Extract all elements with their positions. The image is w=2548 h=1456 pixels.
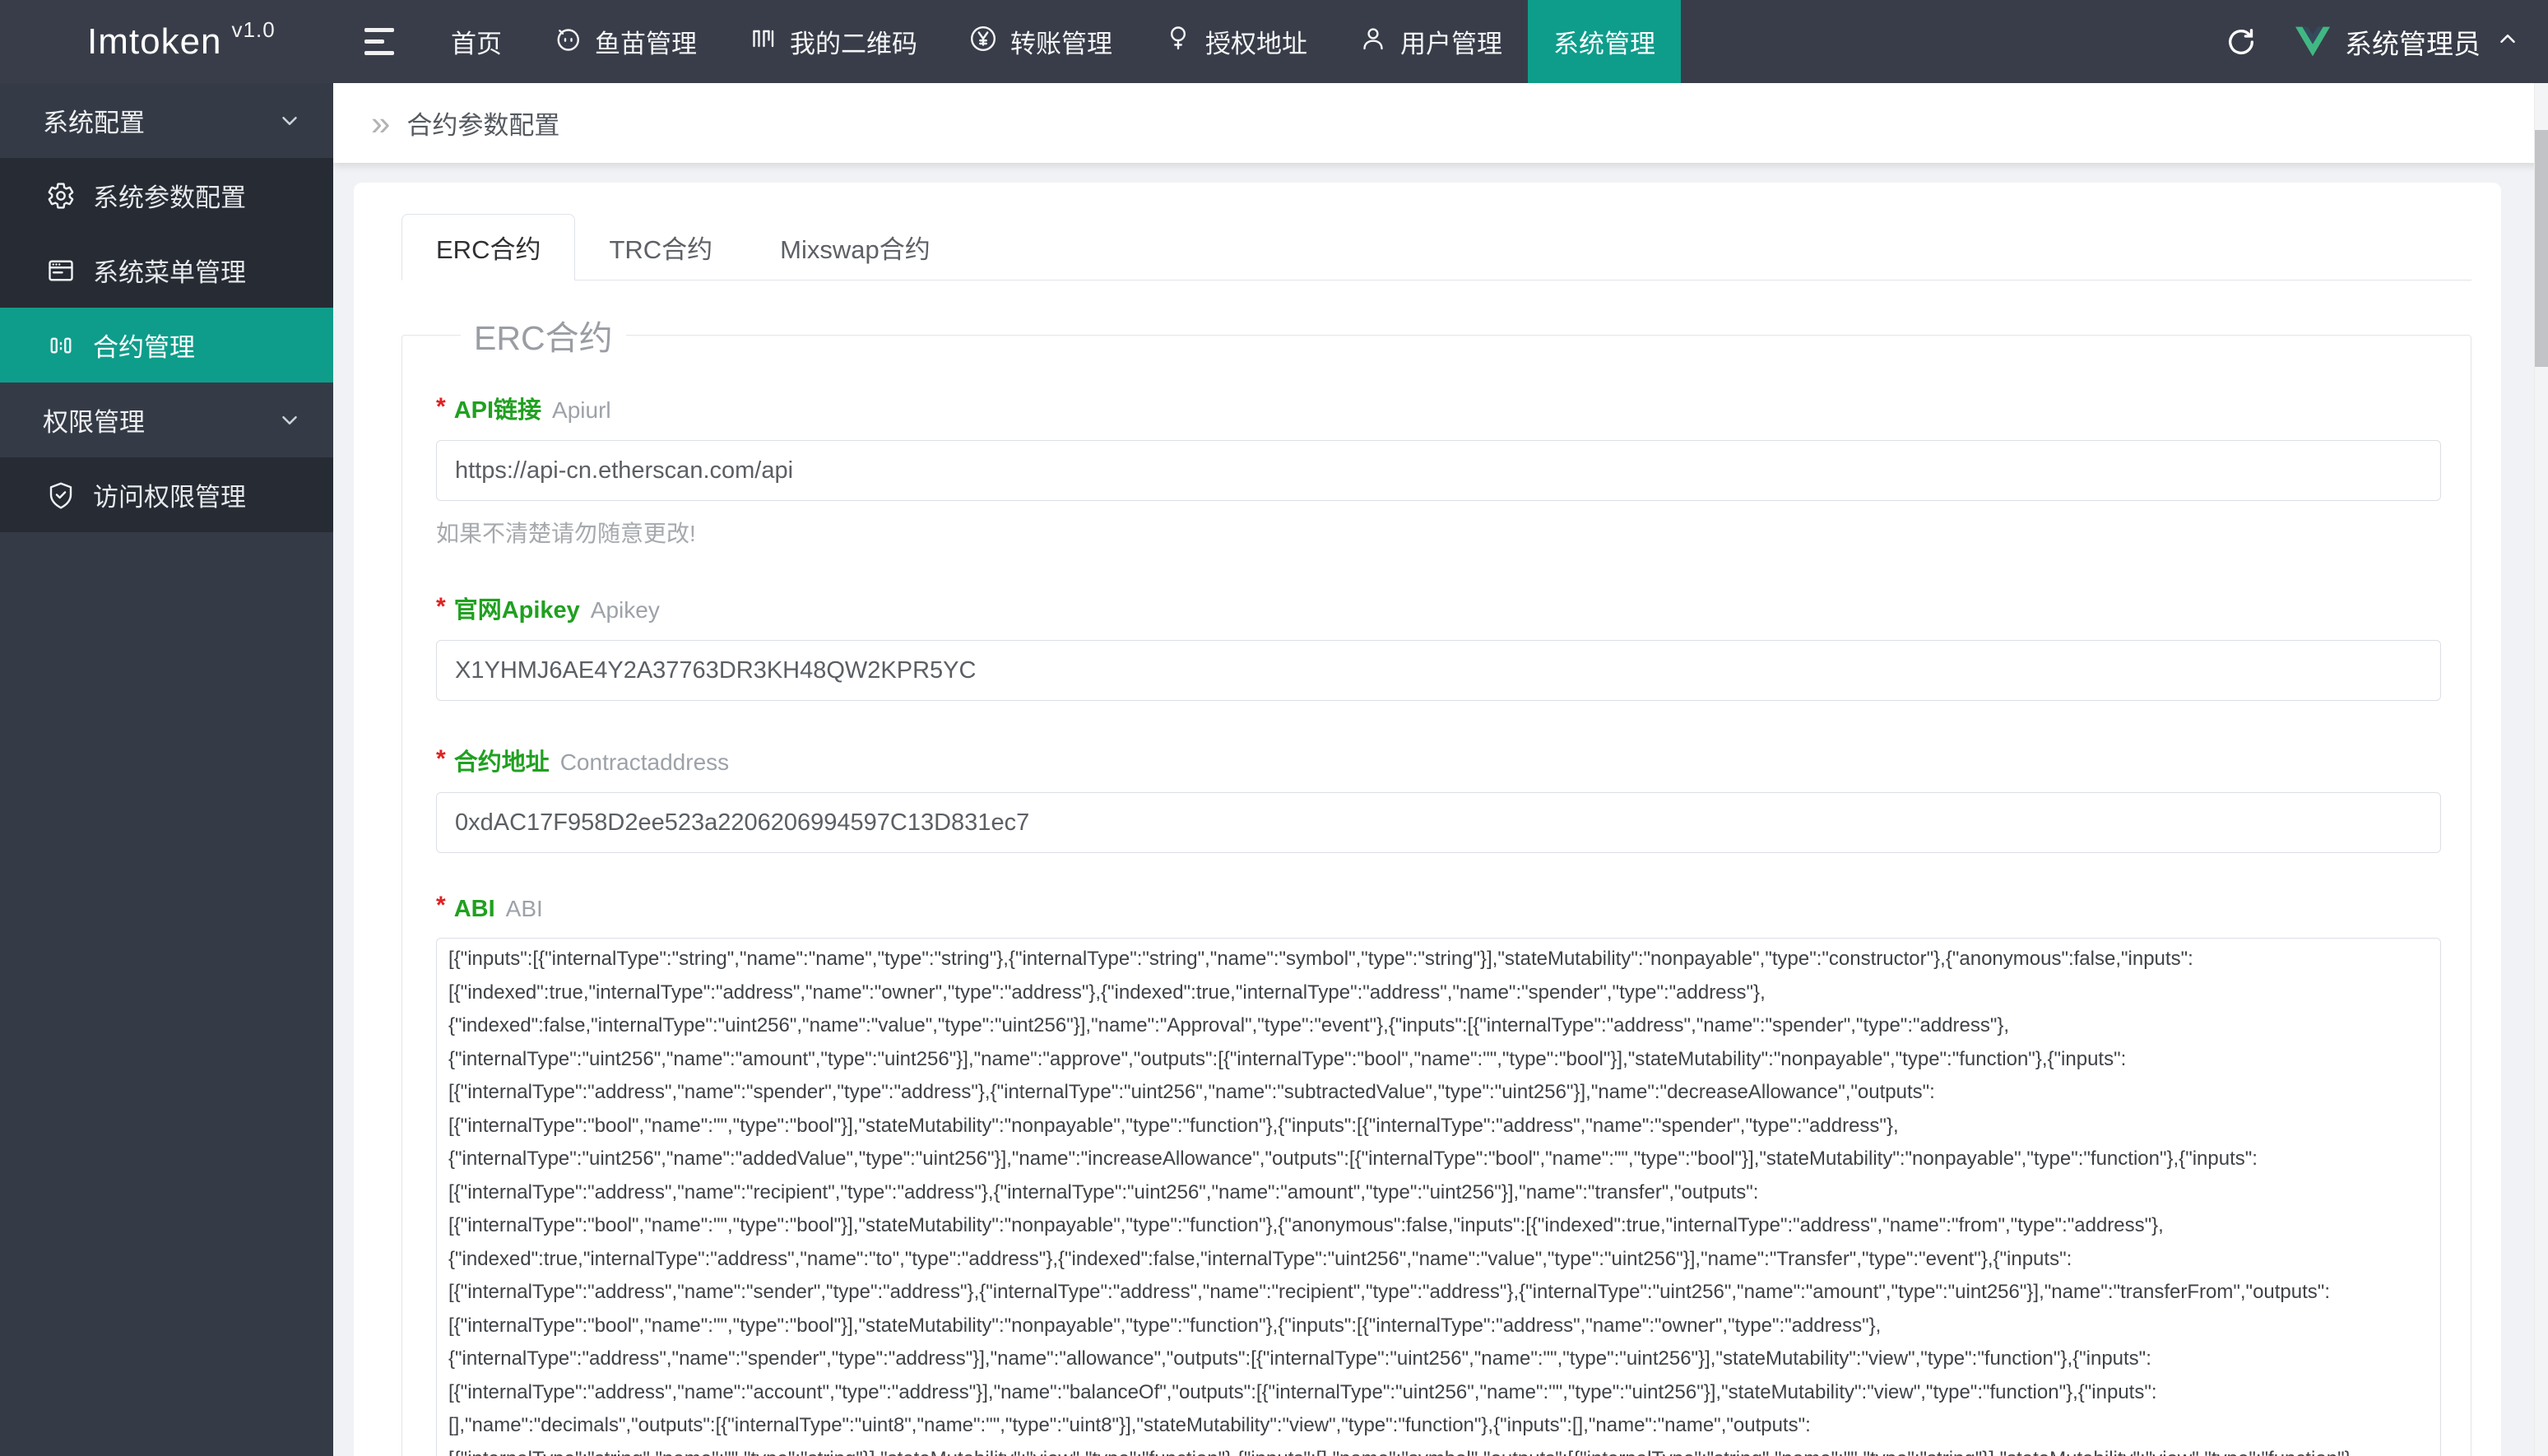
top-navbar: Imtoken v1.0 首页 鱼苗管理 我的二维码 转账管理 授权地址 用户管… [0,0,2548,83]
sidebar-group-permission[interactable]: 权限管理 [0,383,333,457]
tab-erc-contract[interactable]: ERC合约 [401,214,576,281]
field-label-row: * 官网Apikey Apikey [436,591,2441,625]
tab-label: TRC合约 [609,234,713,264]
field-sublabel: Contractaddress [559,749,730,775]
panel-legend: ERC合约 [474,319,613,357]
field-sublabel: Apikey [590,597,660,623]
contract-address-input[interactable] [436,792,2441,853]
app-title: Imtoken [87,21,222,62]
sidebar-item-label: 系统参数配置 [93,183,246,212]
yen-circle-icon [968,24,998,60]
page-scrollbar[interactable] [2534,83,2548,1456]
nav-label: 鱼苗管理 [595,30,697,58]
required-asterisk: * [436,892,446,919]
page-scrollbar-thumb[interactable] [2535,130,2548,367]
apiurl-input[interactable] [436,440,2441,501]
tab-label: Mixswap合约 [780,234,931,264]
nav-label: 用户管理 [1400,30,1502,58]
sidebar-item-label: 系统菜单管理 [93,258,246,287]
shield-check-icon [49,482,72,508]
form-item-apiurl: * API链接 Apiurl 如果不清楚请勿随意更改! [436,391,2441,549]
tab-trc-contract[interactable]: TRC合约 [575,214,746,280]
app-logo: Imtoken v1.0 [0,0,333,83]
sidebar-item-label: 访问权限管理 [93,483,246,512]
qrcode-icon [748,24,777,60]
contract-tabs: ERC合约 TRC合约 Mixswap合约 [401,214,2471,281]
breadcrumb-title: 合约参数配置 [406,111,560,140]
sidebar-group-label: 权限管理 [43,408,145,437]
header-right: 系统管理员 [2225,0,2548,83]
user-menu[interactable]: 系统管理员 [2295,22,2520,62]
tab-label: ERC合约 [436,235,541,264]
app-version: v1.0 [231,17,276,42]
nav-label: 首页 [451,30,502,58]
nav-item-transfer[interactable]: 转账管理 [943,0,1138,83]
sidebar-item-system-menu[interactable]: 系统菜单管理 [0,233,333,308]
field-label-row: * ABI ABI [436,892,2441,923]
required-asterisk: * [436,593,446,620]
nav-item-home[interactable]: 首页 [425,0,527,83]
nav-item-auth-address[interactable]: 授权地址 [1138,0,1333,83]
abi-textarea[interactable]: [{"inputs":[{"internalType":"string","na… [436,938,2441,1456]
contract-icon [50,337,72,353]
apikey-input[interactable] [436,640,2441,701]
apiurl-help-text: 如果不清楚请勿随意更改! [436,521,696,546]
field-label: 官网Apikey [453,597,580,624]
content-card: ERC合约 TRC合约 Mixswap合约 ERC合约 * API链接 Apiu… [354,183,2501,1456]
main-nav: 首页 鱼苗管理 我的二维码 转账管理 授权地址 用户管理 系统管理 [425,0,1681,83]
collapse-menu-icon[interactable] [333,0,425,83]
form-item-apikey: * 官网Apikey Apikey [436,591,2441,701]
bulb-icon [1163,24,1193,60]
field-sublabel: ABI [505,896,543,921]
chevron-up-icon [2495,26,2520,58]
nav-label: 我的二维码 [790,30,917,58]
form-item-contract-address: * 合约地址 Contractaddress [436,743,2441,853]
nav-item-my-qrcode[interactable]: 我的二维码 [722,0,943,83]
required-asterisk: * [436,745,446,772]
nav-item-user-mgmt[interactable]: 用户管理 [1333,0,1528,83]
field-label-row: * API链接 Apiurl [436,391,2441,425]
nav-item-system-mgmt[interactable]: 系统管理 [1528,0,1681,83]
sidebar-group-label: 系统配置 [43,109,145,137]
double-chevron-icon: » [371,103,391,142]
sidebar-item-access-permission[interactable]: 访问权限管理 [0,457,333,532]
current-user-name: 系统管理员 [2345,28,2481,59]
nav-label: 转账管理 [1010,30,1112,58]
window-menu-icon [49,260,73,281]
nav-label: 授权地址 [1205,30,1307,58]
chevron-down-icon [277,109,302,133]
field-label: API链接 [453,397,542,424]
breadcrumb: » 合约参数配置 [333,83,2548,163]
sidebar-item-system-params[interactable]: 系统参数配置 [0,158,333,233]
nav-label: 系统管理 [1553,30,1655,58]
erc-contract-panel: ERC合约 * API链接 Apiurl 如果不清楚请勿随意更改! * 官网Ap… [401,310,2471,1456]
sidebar-item-contract-mgmt[interactable]: 合约管理 [0,308,333,383]
chevron-down-icon [277,408,302,433]
field-label: ABI [453,896,495,922]
field-label-row: * 合约地址 Contractaddress [436,743,2441,777]
sidebar-group-system-config[interactable]: 系统配置 [0,83,333,158]
fish-fry-icon [553,24,582,60]
field-label: 合约地址 [453,749,550,776]
tab-mixswap-contract[interactable]: Mixswap合约 [746,214,964,280]
nav-item-fish-fry[interactable]: 鱼苗管理 [527,0,722,83]
required-asterisk: * [436,393,446,420]
sidebar-item-label: 合约管理 [93,333,195,362]
vue-logo-icon [2295,26,2330,57]
form-item-abi: * ABI ABI [{"inputs":[{"internalType":"s… [436,892,2441,1456]
field-sublabel: Apiurl [552,397,611,423]
main-content: ERC合约 TRC合约 Mixswap合约 ERC合约 * API链接 Apiu… [333,163,2548,1456]
refresh-icon[interactable] [2225,26,2258,58]
user-icon [1358,24,1388,60]
sidebar: 系统配置 系统参数配置 系统菜单管理 合约管理 权限管理 访问权限管理 [0,83,333,1456]
gear-icon [48,182,74,209]
